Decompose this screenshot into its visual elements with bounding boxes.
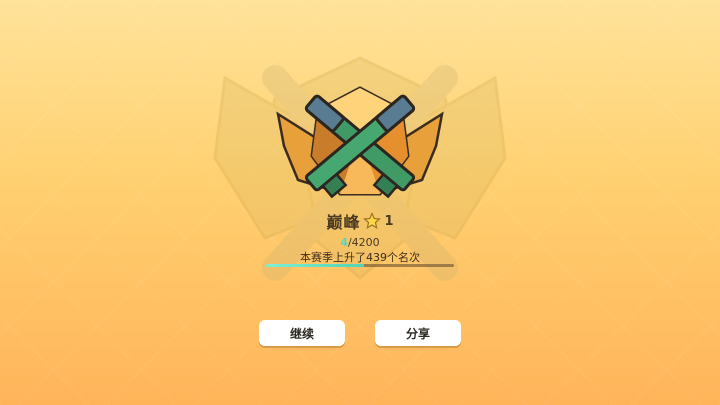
rank-progress-bar [266, 264, 454, 267]
share-button[interactable]: 分享 [375, 320, 461, 346]
star-icon [363, 212, 382, 229]
rank-progress-fill [266, 264, 364, 267]
rank-title-row: 巅峰 1 [0, 209, 720, 233]
rank-points: 4/4200 [0, 236, 720, 249]
season-rank-change: 本赛季上升了439个名次 [300, 251, 420, 264]
rank-star-count: 1 [384, 213, 394, 229]
continue-button[interactable]: 继续 [259, 320, 345, 346]
rank-name: 巅峰 [326, 213, 361, 232]
rank-points-max: /4200 [347, 236, 380, 249]
rank-badge [276, 86, 444, 199]
rank-points-current: 4 [340, 236, 348, 249]
